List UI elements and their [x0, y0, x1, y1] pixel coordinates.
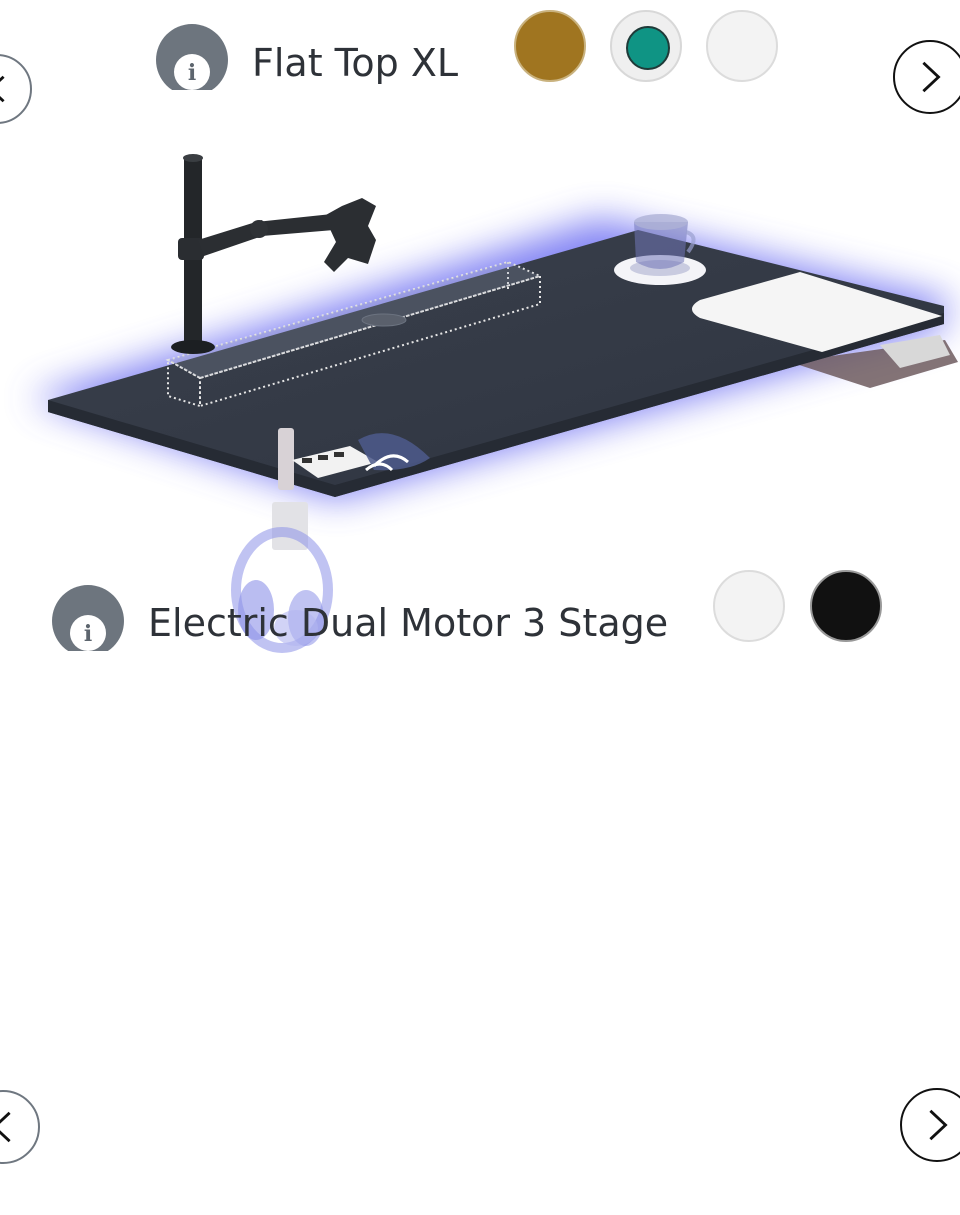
- top-product-title: Flat Top XL: [252, 41, 459, 85]
- info-icon: i: [174, 54, 210, 90]
- grommet: [361, 313, 407, 327]
- chevron-left-icon: [0, 1111, 11, 1143]
- info-icon: i: [70, 615, 106, 651]
- top-info-button[interactable]: i: [156, 24, 228, 90]
- teal-swatch[interactable]: [610, 10, 682, 82]
- bottom-product-title: Electric Dual Motor 3 Stage: [148, 601, 669, 645]
- black-swatch[interactable]: [810, 570, 882, 642]
- white-swatch[interactable]: [706, 10, 778, 82]
- chevron-right-icon: [929, 1109, 948, 1141]
- bottom-info-button[interactable]: i: [52, 585, 124, 651]
- bottom-prev-button[interactable]: [0, 1090, 40, 1164]
- bottom-next-button[interactable]: [900, 1088, 960, 1162]
- white-swatch[interactable]: [713, 570, 785, 642]
- gold-swatch[interactable]: [514, 10, 586, 82]
- desk-preview: [30, 154, 958, 653]
